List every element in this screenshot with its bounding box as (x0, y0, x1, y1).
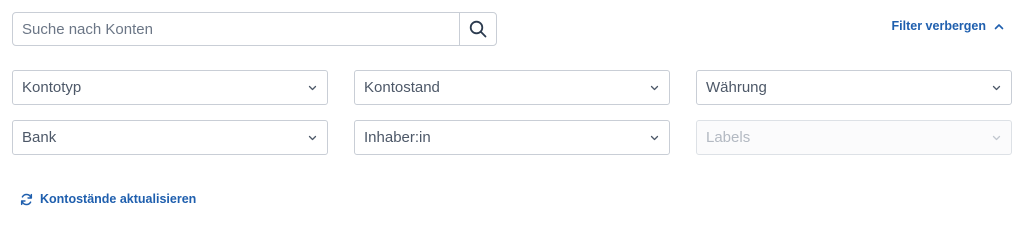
bank-select[interactable]: Bank (12, 120, 328, 155)
account-type-label: Kontotyp (22, 79, 82, 96)
labels-select: Labels (696, 120, 1012, 155)
owner-label: Inhaber:in (364, 129, 431, 146)
currency-label: Währung (706, 79, 767, 96)
balance-label: Kontostand (364, 79, 440, 96)
search-input[interactable] (13, 13, 459, 45)
hide-filters-label: Filter verbergen (891, 19, 986, 33)
chevron-up-icon (994, 23, 1004, 29)
search-icon (469, 20, 487, 38)
search-box (12, 12, 497, 46)
labels-label: Labels (706, 129, 751, 146)
bank-label: Bank (22, 129, 57, 146)
search-button[interactable] (459, 13, 496, 45)
chevron-down-icon (308, 85, 317, 90)
owner-select[interactable]: Inhaber:in (354, 120, 670, 155)
hide-filters-toggle[interactable]: Filter verbergen (892, 19, 1004, 33)
refresh-balances-link[interactable]: Kontostände aktualisieren (20, 192, 196, 206)
balance-select[interactable]: Kontostand (354, 70, 670, 105)
chevron-down-icon (992, 85, 1001, 90)
chevron-down-icon (308, 135, 317, 140)
chevron-down-icon (650, 135, 659, 140)
account-filter-panel: Filter verbergen Kontotyp Kontostand Wäh… (0, 0, 1024, 215)
chevron-down-icon (650, 85, 659, 90)
refresh-balances-label: Kontostände aktualisieren (40, 192, 197, 206)
refresh-icon (20, 193, 33, 205)
currency-select[interactable]: Währung (696, 70, 1012, 105)
chevron-down-icon (992, 135, 1001, 140)
account-type-select[interactable]: Kontotyp (12, 70, 328, 105)
